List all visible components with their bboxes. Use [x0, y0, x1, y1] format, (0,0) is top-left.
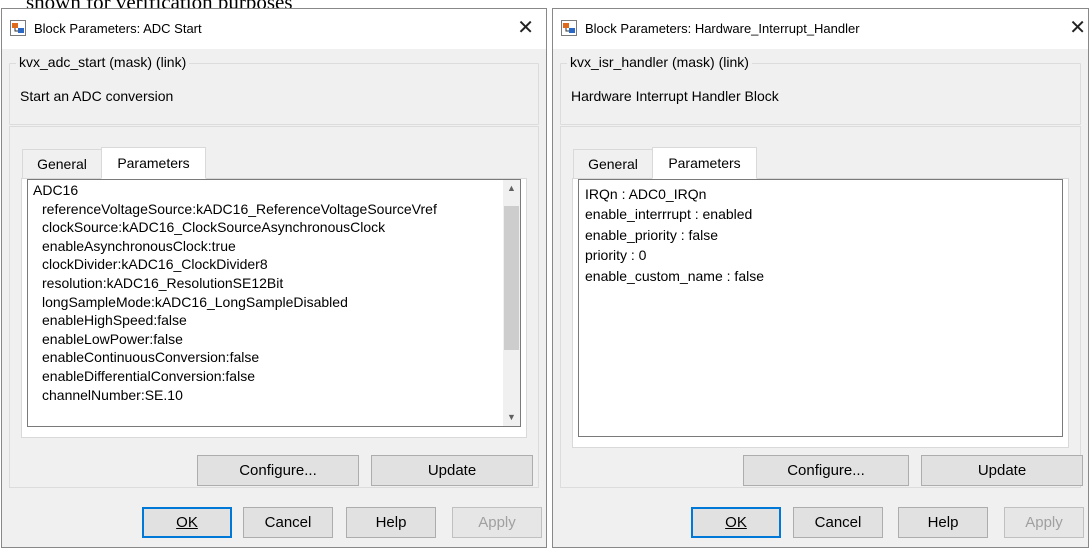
- interrupt-handler-dialog: Block Parameters: Hardware_Interrupt_Han…: [552, 8, 1089, 548]
- help-button-label: Help: [927, 514, 959, 531]
- ok-button[interactable]: OK: [142, 507, 232, 538]
- list-item: enableLowPower:false: [42, 330, 183, 347]
- apply-button[interactable]: Apply: [452, 507, 542, 538]
- block-description: Hardware Interrupt Handler Block: [571, 88, 779, 104]
- tab-parameters[interactable]: Parameters: [101, 147, 206, 179]
- tab-panel: IRQn : ADC0_IRQn enable_interrrupt : ena…: [572, 178, 1069, 448]
- close-icon[interactable]: ✕: [1069, 16, 1086, 40]
- parameter-list: ADC16 referenceVoltageSource:kADC16_Refe…: [33, 181, 437, 404]
- mask-group: kvx_adc_start (mask) (link) Start an ADC…: [9, 54, 539, 125]
- adc-start-dialog: Block Parameters: ADC Start ✕ kvx_adc_st…: [1, 8, 547, 548]
- scroll-down-arrow-icon[interactable]: ▼: [503, 409, 520, 426]
- close-icon[interactable]: ✕: [517, 16, 534, 40]
- apply-button[interactable]: Apply: [1004, 507, 1084, 538]
- apply-button-label: Apply: [478, 514, 516, 531]
- scroll-up-arrow-icon[interactable]: ▲: [503, 180, 520, 197]
- parameters-listbox[interactable]: ADC16 referenceVoltageSource:kADC16_Refe…: [27, 179, 521, 427]
- list-item: priority : 0: [585, 247, 647, 264]
- list-item: ADC16: [33, 182, 79, 198]
- ok-button[interactable]: OK: [691, 507, 781, 538]
- mask-title: kvx_isr_handler (mask) (link): [567, 54, 752, 70]
- title-bar: Block Parameters: ADC Start ✕: [2, 9, 546, 49]
- tab-parameters[interactable]: Parameters: [652, 147, 757, 179]
- parameters-group: General Parameters ADC16 referenceVoltag…: [9, 126, 539, 488]
- cancel-button[interactable]: Cancel: [793, 507, 883, 538]
- cancel-button-label: Cancel: [264, 514, 312, 531]
- configure-button[interactable]: Configure...: [743, 455, 909, 486]
- tab-general[interactable]: General: [22, 149, 102, 179]
- mask-title: kvx_adc_start (mask) (link): [16, 54, 190, 70]
- vertical-scrollbar[interactable]: ▲ ▼: [503, 180, 520, 426]
- cancel-button[interactable]: Cancel: [243, 507, 333, 538]
- list-item: clockSource:kADC16_ClockSourceAsynchrono…: [42, 219, 386, 236]
- parameter-list: IRQn : ADC0_IRQn enable_interrrupt : ena…: [585, 184, 764, 286]
- list-item: enableHighSpeed:false: [42, 312, 187, 329]
- dialog-title: Block Parameters: ADC Start: [34, 21, 202, 36]
- list-item: enable_custom_name : false: [585, 267, 764, 284]
- list-item: enable_interrrupt : enabled: [585, 206, 753, 223]
- configure-button[interactable]: Configure...: [197, 455, 359, 486]
- simulink-block-icon: [10, 20, 26, 36]
- list-item: longSampleMode:kADC16_LongSampleDisabled: [42, 293, 348, 310]
- scroll-thumb[interactable]: [504, 206, 519, 350]
- update-button[interactable]: Update: [371, 455, 533, 486]
- list-item: clockDivider:kADC16_ClockDivider8: [42, 256, 268, 273]
- list-item: enableAsynchronousClock:true: [42, 237, 236, 254]
- parameters-group: General Parameters IRQn : ADC0_IRQn enab…: [560, 126, 1083, 488]
- ok-button-label: OK: [176, 514, 198, 531]
- list-item: IRQn : ADC0_IRQn: [585, 186, 707, 202]
- ok-button-label: OK: [725, 514, 747, 531]
- list-item: enable_priority : false: [585, 226, 719, 243]
- update-button[interactable]: Update: [921, 455, 1083, 486]
- list-item: referenceVoltageSource:kADC16_ReferenceV…: [42, 200, 437, 217]
- list-item: enableContinuousConversion:false: [42, 349, 260, 366]
- tab-panel: ADC16 referenceVoltageSource:kADC16_Refe…: [21, 178, 527, 438]
- title-bar: Block Parameters: Hardware_Interrupt_Han…: [553, 9, 1088, 49]
- list-item: enableDifferentialConversion:false: [42, 367, 255, 384]
- block-description: Start an ADC conversion: [20, 88, 174, 104]
- parameters-listbox[interactable]: IRQn : ADC0_IRQn enable_interrrupt : ena…: [578, 179, 1063, 437]
- cancel-button-label: Cancel: [814, 514, 862, 531]
- list-item: resolution:kADC16_ResolutionSE12Bit: [42, 274, 284, 291]
- simulink-block-icon: [561, 20, 577, 36]
- help-button-label: Help: [375, 514, 407, 531]
- tab-general[interactable]: General: [573, 149, 653, 179]
- list-item: channelNumber:SE.10: [42, 386, 183, 403]
- dialog-title: Block Parameters: Hardware_Interrupt_Han…: [585, 21, 860, 36]
- apply-button-label: Apply: [1025, 514, 1063, 531]
- mask-group: kvx_isr_handler (mask) (link) Hardware I…: [560, 54, 1081, 125]
- help-button[interactable]: Help: [898, 507, 988, 538]
- help-button[interactable]: Help: [346, 507, 436, 538]
